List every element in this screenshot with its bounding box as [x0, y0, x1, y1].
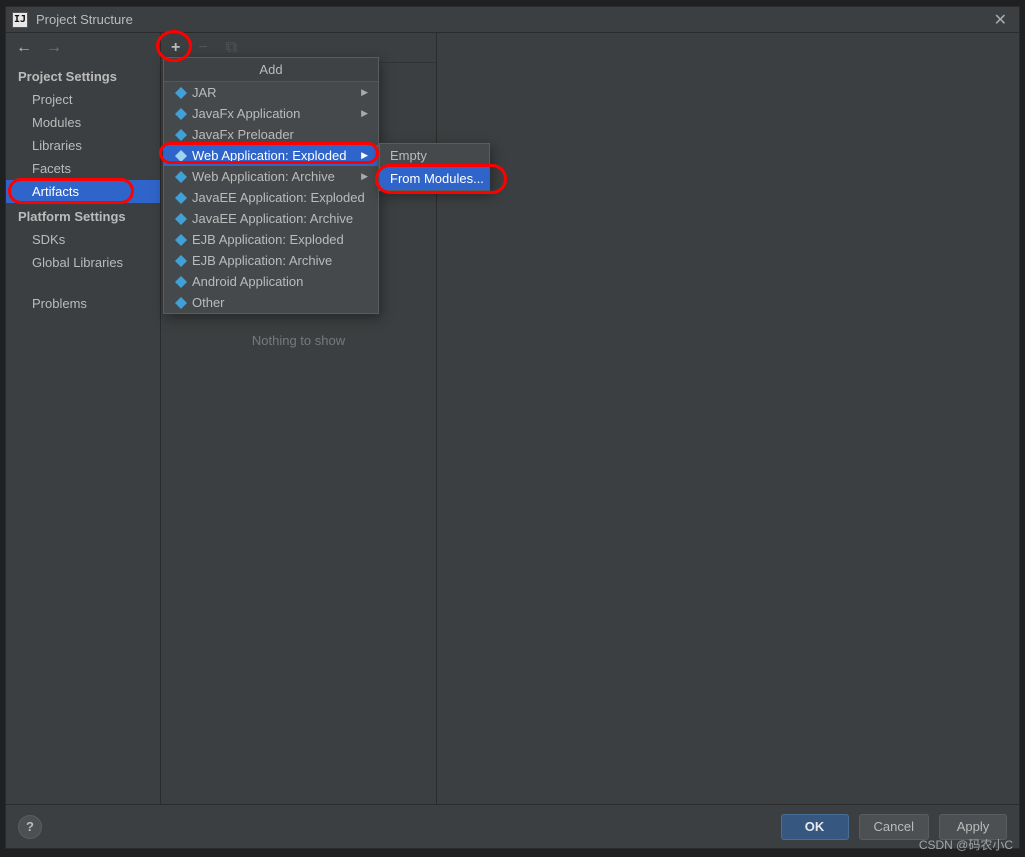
nav-back-icon[interactable]: ← [16, 39, 32, 57]
copy-artifact-icon[interactable]: ⧉ [226, 40, 237, 56]
artifact-icon [172, 296, 190, 310]
sidebar-item-project[interactable]: Project [6, 88, 160, 111]
menu-item-ejb-exploded[interactable]: EJB Application: Exploded [164, 229, 378, 250]
submenu-arrow-icon: ▶ [361, 171, 368, 182]
sidebar-item-global-libraries[interactable]: Global Libraries [6, 251, 160, 274]
submenu-item-empty[interactable]: Empty [380, 144, 489, 167]
help-button[interactable]: ? [18, 815, 42, 839]
submenu-arrow-icon: ▶ [361, 150, 368, 161]
artifact-icon [172, 275, 190, 289]
add-artifact-popup: Add JAR ▶ JavaFx Application ▶ JavaFx Pr… [163, 57, 379, 314]
menu-item-jar[interactable]: JAR ▶ [164, 82, 378, 103]
menu-item-label: JAR [192, 85, 361, 100]
ok-button[interactable]: OK [781, 814, 849, 840]
project-structure-dialog: IJ Project Structure ✕ ← → Project Setti… [5, 6, 1020, 849]
submenu-arrow-icon: ▶ [361, 87, 368, 98]
artifact-icon [172, 128, 190, 142]
nav-forward-icon[interactable]: → [46, 39, 62, 57]
title-bar: IJ Project Structure ✕ [6, 7, 1019, 33]
artifact-icon [172, 170, 190, 184]
sidebar: ← → Project Settings Project Modules Lib… [6, 33, 161, 804]
menu-item-label: Web Application: Archive [192, 169, 361, 184]
menu-item-web-exploded[interactable]: Web Application: Exploded ▶ [164, 145, 378, 166]
sidebar-item-problems[interactable]: Problems [6, 292, 160, 315]
menu-item-label: JavaEE Application: Exploded [192, 190, 368, 205]
web-exploded-submenu: Empty From Modules... [379, 143, 490, 191]
menu-item-android-app[interactable]: Android Application [164, 271, 378, 292]
sidebar-item-libraries[interactable]: Libraries [6, 134, 160, 157]
artifact-icon [172, 86, 190, 100]
sidebar-item-sdks[interactable]: SDKs [6, 228, 160, 251]
artifact-icon [172, 149, 190, 163]
artifact-icon [172, 233, 190, 247]
menu-item-label: Web Application: Exploded [192, 148, 361, 163]
sidebar-list: Project Settings Project Modules Librari… [6, 63, 160, 804]
menu-item-label: JavaEE Application: Archive [192, 211, 368, 226]
menu-item-label: Android Application [192, 274, 368, 289]
menu-item-label: JavaFx Application [192, 106, 361, 121]
menu-item-label: EJB Application: Exploded [192, 232, 368, 247]
sidebar-item-artifacts[interactable]: Artifacts [6, 180, 160, 203]
add-popup-title: Add [164, 58, 378, 82]
remove-artifact-icon[interactable]: − [198, 40, 207, 56]
menu-item-javaee-archive[interactable]: JavaEE Application: Archive [164, 208, 378, 229]
sidebar-nav: ← → [6, 33, 160, 63]
app-icon: IJ [12, 12, 28, 28]
empty-list-label: Nothing to show [252, 333, 345, 348]
close-icon[interactable]: ✕ [988, 10, 1013, 30]
menu-item-ejb-archive[interactable]: EJB Application: Archive [164, 250, 378, 271]
artifact-detail-panel [437, 33, 1019, 804]
submenu-arrow-icon: ▶ [361, 108, 368, 119]
window-title: Project Structure [36, 12, 988, 27]
artifact-icon [172, 191, 190, 205]
menu-item-javafx-app[interactable]: JavaFx Application ▶ [164, 103, 378, 124]
menu-item-label: JavaFx Preloader [192, 127, 368, 142]
sidebar-heading-project-settings: Project Settings [6, 63, 160, 88]
menu-item-web-archive[interactable]: Web Application: Archive ▶ [164, 166, 378, 187]
menu-item-label: Other [192, 295, 368, 310]
dialog-footer: ? OK Cancel Apply [6, 804, 1019, 848]
dialog-body: ← → Project Settings Project Modules Lib… [6, 33, 1019, 804]
submenu-item-from-modules[interactable]: From Modules... [380, 167, 489, 190]
menu-item-label: EJB Application: Archive [192, 253, 368, 268]
artifact-icon [172, 254, 190, 268]
sidebar-item-facets[interactable]: Facets [6, 157, 160, 180]
sidebar-item-modules[interactable]: Modules [6, 111, 160, 134]
artifact-icon [172, 212, 190, 226]
artifact-icon [172, 107, 190, 121]
menu-item-other[interactable]: Other [164, 292, 378, 313]
watermark: CSDN @码农小C [919, 836, 1013, 853]
sidebar-heading-platform-settings: Platform Settings [6, 203, 160, 228]
menu-item-javafx-preloader[interactable]: JavaFx Preloader [164, 124, 378, 145]
menu-item-javaee-exploded[interactable]: JavaEE Application: Exploded [164, 187, 378, 208]
add-artifact-icon[interactable]: + [171, 40, 180, 56]
